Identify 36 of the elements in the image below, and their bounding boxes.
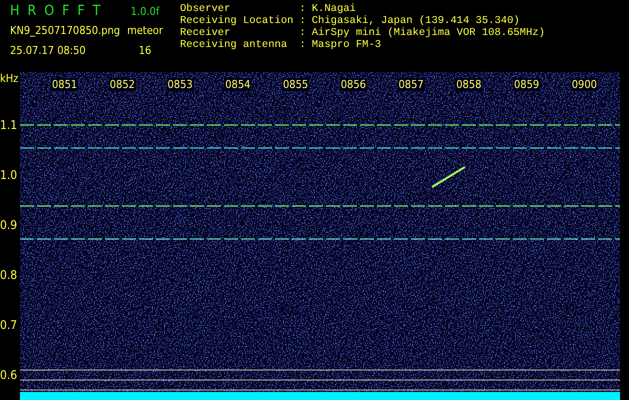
info-separator: : (299, 15, 306, 27)
info-label: Observer (180, 3, 232, 15)
info-value: K.Nagai (312, 3, 357, 15)
info-label: Receiving Location (180, 15, 294, 27)
meteor-trace (431, 166, 466, 188)
version-text: 1.0.0f (130, 4, 160, 18)
datetime-text: 25.07.17 08:50 (10, 44, 87, 56)
info-label: Receiving antenna (180, 39, 288, 51)
info-value: Maspro FM-3 (312, 39, 382, 51)
time-label: 0851 (51, 78, 78, 91)
time-label: 0857 (398, 78, 425, 91)
filename-text: KN9_2507170850.png (10, 24, 120, 36)
time-label: 0858 (455, 78, 482, 91)
axis-label: 1.0 (0, 168, 18, 182)
app-title: H R O F F T (10, 3, 104, 19)
time-label: 0900 (570, 78, 598, 91)
time-label: 0854 (224, 78, 252, 91)
axis-unit: kHz (0, 72, 20, 87)
axis-label: 1.1 (0, 118, 18, 132)
axis-label: 0.9 (0, 218, 18, 232)
time-label: 0859 (513, 78, 540, 91)
info-separator: : (299, 39, 306, 51)
info-separator: : (299, 3, 306, 15)
time-label: 0855 (282, 78, 310, 91)
info-label: Receiver (180, 27, 232, 39)
time-label: 0856 (340, 78, 367, 91)
info-value: Chigasaki, Japan (139.414 35.340) (312, 15, 521, 27)
axis-label: 0.8 (0, 268, 18, 282)
time-label: 0852 (108, 78, 136, 91)
axis-label: 0.6 (0, 368, 18, 382)
axis-label: 0.7 (0, 318, 18, 332)
count-value: 16 (138, 44, 152, 56)
info-separator: : (299, 27, 306, 39)
time-label: 0853 (166, 78, 194, 91)
count-label: meteor (126, 24, 164, 36)
info-value: AirSpy mini (Miakejima VOR 108.65MHz) (312, 27, 545, 39)
